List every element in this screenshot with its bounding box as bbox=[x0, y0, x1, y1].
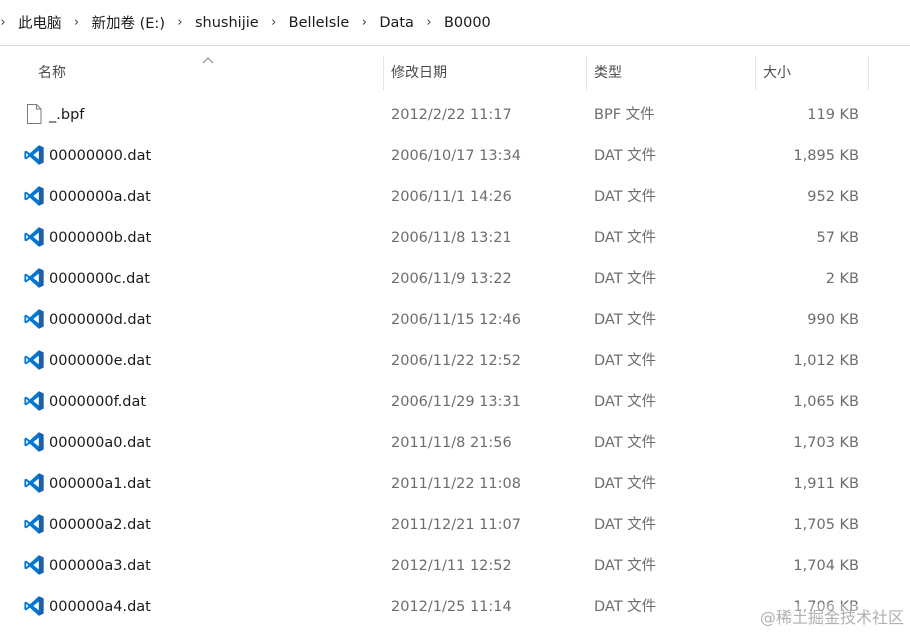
file-modified-date: 2011/11/22 11:08 bbox=[391, 476, 521, 492]
file-modified-date: 2006/11/1 14:26 bbox=[391, 189, 512, 205]
file-row[interactable]: 0000000c.dat 2006/11/9 13:22 DAT 文件 2 KB bbox=[0, 259, 910, 300]
file-name[interactable]: 000000a0.dat bbox=[49, 423, 151, 464]
file-size: 1,065 KB bbox=[793, 394, 859, 410]
file-size: 1,705 KB bbox=[793, 517, 859, 533]
vscode-icon bbox=[23, 513, 45, 535]
file-row[interactable]: 000000a1.dat 2011/11/22 11:08 DAT 文件 1,9… bbox=[0, 464, 910, 505]
vscode-icon bbox=[23, 185, 45, 207]
vscode-icon bbox=[23, 226, 45, 248]
file-name[interactable]: 0000000a.dat bbox=[49, 177, 151, 218]
column-divider[interactable] bbox=[868, 56, 869, 90]
vscode-icon bbox=[23, 308, 45, 330]
file-name[interactable]: 0000000f.dat bbox=[49, 382, 146, 423]
vscode-icon bbox=[23, 349, 45, 371]
vscode-icon bbox=[23, 144, 45, 166]
column-header-name[interactable]: 名称 bbox=[38, 46, 66, 100]
file-modified-date: 2006/10/17 13:34 bbox=[391, 148, 521, 164]
file-type: DAT 文件 bbox=[594, 435, 657, 451]
file-modified-date: 2012/2/22 11:17 bbox=[391, 107, 512, 123]
file-type: DAT 文件 bbox=[594, 517, 657, 533]
file-explorer-window: › 此电脑 › 新加卷 (E:) › shushijie › BelleIsle… bbox=[0, 0, 910, 634]
file-size: 1,704 KB bbox=[793, 558, 859, 574]
vscode-icon bbox=[23, 390, 45, 412]
file-row[interactable]: 000000a2.dat 2011/12/21 11:07 DAT 文件 1,7… bbox=[0, 505, 910, 546]
file-row[interactable]: _.bpf 2012/2/22 11:17 BPF 文件 119 KB bbox=[0, 95, 910, 136]
file-modified-date: 2006/11/9 13:22 bbox=[391, 271, 512, 287]
file-type: DAT 文件 bbox=[594, 148, 657, 164]
file-size: 57 KB bbox=[816, 230, 859, 246]
file-size: 1,911 KB bbox=[793, 476, 859, 492]
file-name[interactable]: 0000000e.dat bbox=[49, 341, 151, 382]
file-type: DAT 文件 bbox=[594, 271, 657, 287]
breadcrumb-item-b0000[interactable]: B0000 bbox=[432, 15, 503, 31]
file-name[interactable]: 000000a1.dat bbox=[49, 464, 151, 505]
file-size: 1,703 KB bbox=[793, 435, 859, 451]
vscode-icon bbox=[23, 472, 45, 494]
file-modified-date: 2012/1/11 12:52 bbox=[391, 558, 512, 574]
column-divider[interactable] bbox=[383, 56, 384, 90]
file-name[interactable]: _.bpf bbox=[49, 95, 84, 136]
sort-ascending-icon[interactable] bbox=[202, 56, 214, 64]
breadcrumb-item-belleisle[interactable]: BelleIsle bbox=[277, 15, 362, 31]
file-modified-date: 2006/11/8 13:21 bbox=[391, 230, 512, 246]
file-list: _.bpf 2012/2/22 11:17 BPF 文件 119 KB 0000… bbox=[0, 95, 910, 628]
file-size: 2 KB bbox=[825, 271, 859, 287]
generic-file-icon bbox=[23, 103, 45, 125]
file-row[interactable]: 00000000.dat 2006/10/17 13:34 DAT 文件 1,8… bbox=[0, 136, 910, 177]
file-type: DAT 文件 bbox=[594, 558, 657, 574]
file-modified-date: 2006/11/15 12:46 bbox=[391, 312, 521, 328]
vscode-icon bbox=[23, 431, 45, 453]
file-size: 1,012 KB bbox=[793, 353, 859, 369]
file-modified-date: 2006/11/22 12:52 bbox=[391, 353, 521, 369]
vscode-icon bbox=[23, 554, 45, 576]
column-header-type[interactable]: 类型 bbox=[594, 46, 622, 100]
column-divider[interactable] bbox=[586, 56, 587, 90]
column-divider[interactable] bbox=[755, 56, 756, 90]
file-type: DAT 文件 bbox=[594, 599, 657, 615]
file-type: DAT 文件 bbox=[594, 230, 657, 246]
file-type: BPF 文件 bbox=[594, 107, 655, 123]
file-type: DAT 文件 bbox=[594, 394, 657, 410]
file-modified-date: 2012/1/25 11:14 bbox=[391, 599, 512, 615]
file-name[interactable]: 0000000d.dat bbox=[49, 300, 151, 341]
file-name[interactable]: 000000a2.dat bbox=[49, 505, 151, 546]
file-type: DAT 文件 bbox=[594, 189, 657, 205]
column-header: 名称 修改日期 类型 大小 bbox=[0, 46, 910, 100]
file-row[interactable]: 000000a0.dat 2011/11/8 21:56 DAT 文件 1,70… bbox=[0, 423, 910, 464]
file-size: 1,895 KB bbox=[793, 148, 859, 164]
file-name[interactable]: 000000a3.dat bbox=[49, 546, 151, 587]
file-type: DAT 文件 bbox=[594, 312, 657, 328]
file-row[interactable]: 0000000b.dat 2006/11/8 13:21 DAT 文件 57 K… bbox=[0, 218, 910, 259]
breadcrumb-item-drive-e[interactable]: 新加卷 (E:) bbox=[80, 12, 177, 33]
file-name[interactable]: 000000a4.dat bbox=[49, 587, 151, 628]
vscode-icon bbox=[23, 595, 45, 617]
breadcrumb-item-shushijie[interactable]: shushijie bbox=[183, 15, 271, 31]
file-size: 119 KB bbox=[807, 107, 859, 123]
file-size: 952 KB bbox=[807, 189, 859, 205]
breadcrumb-item-data[interactable]: Data bbox=[367, 15, 426, 31]
file-row[interactable]: 000000a3.dat 2012/1/11 12:52 DAT 文件 1,70… bbox=[0, 546, 910, 587]
file-name[interactable]: 00000000.dat bbox=[49, 136, 151, 177]
file-type: DAT 文件 bbox=[594, 353, 657, 369]
file-type: DAT 文件 bbox=[594, 476, 657, 492]
watermark: @稀土掘金技术社区 bbox=[759, 604, 904, 628]
file-row[interactable]: 0000000e.dat 2006/11/22 12:52 DAT 文件 1,0… bbox=[0, 341, 910, 382]
file-size: 990 KB bbox=[807, 312, 859, 328]
file-modified-date: 2011/12/21 11:07 bbox=[391, 517, 521, 533]
file-row[interactable]: 0000000f.dat 2006/11/29 13:31 DAT 文件 1,0… bbox=[0, 382, 910, 423]
breadcrumb: › 此电脑 › 新加卷 (E:) › shushijie › BelleIsle… bbox=[0, 0, 910, 46]
breadcrumb-item-this-pc[interactable]: 此电脑 bbox=[6, 12, 74, 33]
file-modified-date: 2006/11/29 13:31 bbox=[391, 394, 521, 410]
vscode-icon bbox=[23, 267, 45, 289]
file-name[interactable]: 0000000c.dat bbox=[49, 259, 150, 300]
column-header-modified[interactable]: 修改日期 bbox=[391, 46, 447, 100]
file-name[interactable]: 0000000b.dat bbox=[49, 218, 151, 259]
file-modified-date: 2011/11/8 21:56 bbox=[391, 435, 512, 451]
file-row[interactable]: 0000000a.dat 2006/11/1 14:26 DAT 文件 952 … bbox=[0, 177, 910, 218]
column-header-size[interactable]: 大小 bbox=[763, 46, 791, 100]
file-row[interactable]: 0000000d.dat 2006/11/15 12:46 DAT 文件 990… bbox=[0, 300, 910, 341]
